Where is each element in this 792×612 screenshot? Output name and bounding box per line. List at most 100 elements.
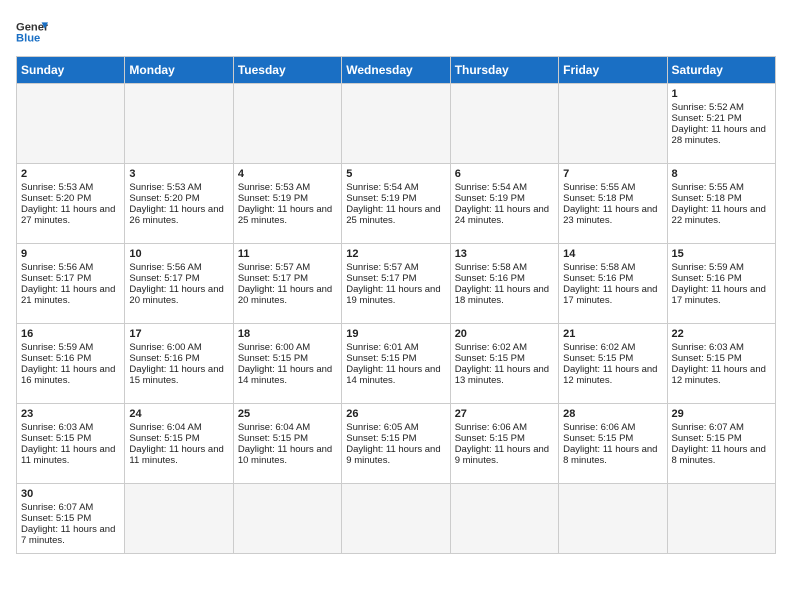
calendar-cell: 5Sunrise: 5:54 AMSunset: 5:19 PMDaylight… (342, 164, 450, 244)
sunset-text: Sunset: 5:16 PM (455, 273, 554, 284)
calendar-cell: 13Sunrise: 5:58 AMSunset: 5:16 PMDayligh… (450, 244, 558, 324)
day-number: 10 (129, 248, 228, 260)
daylight-text: Daylight: 11 hours and 26 minutes. (129, 204, 228, 226)
calendar-cell: 12Sunrise: 5:57 AMSunset: 5:17 PMDayligh… (342, 244, 450, 324)
daylight-text: Daylight: 11 hours and 21 minutes. (21, 284, 120, 306)
sunset-text: Sunset: 5:15 PM (563, 353, 662, 364)
sunrise-text: Sunrise: 6:06 AM (563, 422, 662, 433)
calendar-week-6: 30Sunrise: 6:07 AMSunset: 5:15 PMDayligh… (17, 484, 776, 554)
daylight-text: Daylight: 11 hours and 15 minutes. (129, 364, 228, 386)
calendar-cell (125, 84, 233, 164)
sunset-text: Sunset: 5:15 PM (129, 433, 228, 444)
calendar-cell: 10 Sunrise: 5:56 AMSunset: 5:17 PMDayligh… (125, 244, 233, 324)
sunset-text: Sunset: 5:20 PM (21, 193, 120, 204)
day-number: 2 (21, 168, 120, 180)
calendar-cell (342, 484, 450, 554)
daylight-text: Daylight: 11 hours and 23 minutes. (563, 204, 662, 226)
calendar-cell: 27 Sunrise: 6:06 AMSunset: 5:15 PMDayligh… (450, 404, 558, 484)
daylight-text: Daylight: 11 hours and 10 minutes. (238, 444, 337, 466)
sunrise-text: Sunrise: 5:56 AM (129, 262, 228, 273)
sunrise-text: Sunrise: 6:00 AM (238, 342, 337, 353)
day-number: 13 (455, 248, 554, 260)
daylight-text: Daylight: 11 hours and 8 minutes. (672, 444, 771, 466)
sunrise-text: Sunrise: 5:53 AM (129, 182, 228, 193)
calendar-cell (233, 84, 341, 164)
sunset-text: Sunset: 5:16 PM (672, 273, 771, 284)
day-number: 29 (672, 408, 771, 420)
day-number: 11 (238, 248, 337, 260)
sunrise-text: Sunrise: 6:05 AM (346, 422, 445, 433)
daylight-text: Daylight: 11 hours and 22 minutes. (672, 204, 771, 226)
day-number: 17 (129, 328, 228, 340)
sunset-text: Sunset: 5:19 PM (238, 193, 337, 204)
calendar-cell: 3Sunrise: 5:53 AMSunset: 5:20 PMDaylight… (125, 164, 233, 244)
day-number: 25 (238, 408, 337, 420)
calendar-week-4: 16Sunrise: 5:59 AMSunset: 5:16 PMDayligh… (17, 324, 776, 404)
calendar-cell: 11Sunrise: 5:57 AMSunset: 5:17 PMDayligh… (233, 244, 341, 324)
day-number: 7 (563, 168, 662, 180)
sunrise-text: Sunrise: 5:57 AM (346, 262, 445, 273)
calendar-cell: 18Sunrise: 6:00 AMSunset: 5:15 PMDayligh… (233, 324, 341, 404)
day-number: 6 (455, 168, 554, 180)
calendar-cell: 9Sunrise: 5:56 AMSunset: 5:17 PMDaylight… (17, 244, 125, 324)
sunset-text: Sunset: 5:15 PM (672, 433, 771, 444)
sunset-text: Sunset: 5:15 PM (21, 433, 120, 444)
sunrise-text: Sunrise: 5:53 AM (21, 182, 120, 193)
sunset-text: Sunset: 5:15 PM (455, 433, 554, 444)
calendar-cell: 23Sunrise: 6:03 AMSunset: 5:15 PMDayligh… (17, 404, 125, 484)
sunset-text: Sunset: 5:15 PM (346, 433, 445, 444)
sunset-text: Sunset: 5:16 PM (563, 273, 662, 284)
sunrise-text: Sunrise: 5:59 AM (672, 262, 771, 273)
daylight-text: Daylight: 11 hours and 12 minutes. (672, 364, 771, 386)
sunset-text: Sunset: 5:19 PM (346, 193, 445, 204)
daylight-text: Daylight: 11 hours and 17 minutes. (563, 284, 662, 306)
sunset-text: Sunset: 5:21 PM (672, 113, 771, 124)
daylight-text: Daylight: 11 hours and 20 minutes. (129, 284, 228, 306)
day-number: 19 (346, 328, 445, 340)
daylight-text: Daylight: 11 hours and 9 minutes. (346, 444, 445, 466)
daylight-text: Daylight: 11 hours and 25 minutes. (346, 204, 445, 226)
daylight-text: Daylight: 11 hours and 12 minutes. (563, 364, 662, 386)
day-number: 20 (455, 328, 554, 340)
day-number: 22 (672, 328, 771, 340)
sunset-text: Sunset: 5:18 PM (672, 193, 771, 204)
daylight-text: Daylight: 11 hours and 16 minutes. (21, 364, 120, 386)
sunset-text: Sunset: 5:17 PM (346, 273, 445, 284)
calendar-cell: 1Sunrise: 5:52 AMSunset: 5:21 PMDaylight… (667, 84, 775, 164)
calendar-body: 1Sunrise: 5:52 AMSunset: 5:21 PMDaylight… (17, 84, 776, 554)
day-header-tuesday: Tuesday (233, 57, 341, 84)
day-number: 9 (21, 248, 120, 260)
day-number: 8 (672, 168, 771, 180)
sunset-text: Sunset: 5:16 PM (129, 353, 228, 364)
calendar-cell: 15Sunrise: 5:59 AMSunset: 5:16 PMDayligh… (667, 244, 775, 324)
day-header-wednesday: Wednesday (342, 57, 450, 84)
sunset-text: Sunset: 5:15 PM (238, 433, 337, 444)
daylight-text: Daylight: 11 hours and 24 minutes. (455, 204, 554, 226)
calendar-cell: 2Sunrise: 5:53 AMSunset: 5:20 PMDaylight… (17, 164, 125, 244)
sunrise-text: Sunrise: 6:02 AM (455, 342, 554, 353)
calendar-cell: 29Sunrise: 6:07 AMSunset: 5:15 PMDayligh… (667, 404, 775, 484)
calendar-cell: 20Sunrise: 6:02 AMSunset: 5:15 PMDayligh… (450, 324, 558, 404)
calendar-week-2: 2Sunrise: 5:53 AMSunset: 5:20 PMDaylight… (17, 164, 776, 244)
daylight-text: Daylight: 11 hours and 9 minutes. (455, 444, 554, 466)
sunset-text: Sunset: 5:17 PM (129, 273, 228, 284)
calendar-cell (233, 484, 341, 554)
calendar-cell: 26Sunrise: 6:05 AMSunset: 5:15 PMDayligh… (342, 404, 450, 484)
day-number: 27 (455, 408, 554, 420)
calendar-cell (559, 484, 667, 554)
logo-icon: General Blue (16, 16, 48, 48)
daylight-text: Daylight: 11 hours and 20 minutes. (238, 284, 337, 306)
sunrise-text: Sunrise: 5:57 AM (238, 262, 337, 273)
logo: General Blue (16, 16, 48, 48)
calendar-cell (450, 84, 558, 164)
sunset-text: Sunset: 5:15 PM (563, 433, 662, 444)
day-header-saturday: Saturday (667, 57, 775, 84)
sunset-text: Sunset: 5:15 PM (238, 353, 337, 364)
sunrise-text: Sunrise: 6:06 AM (455, 422, 554, 433)
sunset-text: Sunset: 5:16 PM (21, 353, 120, 364)
daylight-text: Daylight: 11 hours and 25 minutes. (238, 204, 337, 226)
day-number: 21 (563, 328, 662, 340)
sunrise-text: Sunrise: 6:03 AM (672, 342, 771, 353)
calendar-cell (125, 484, 233, 554)
calendar-cell (667, 484, 775, 554)
